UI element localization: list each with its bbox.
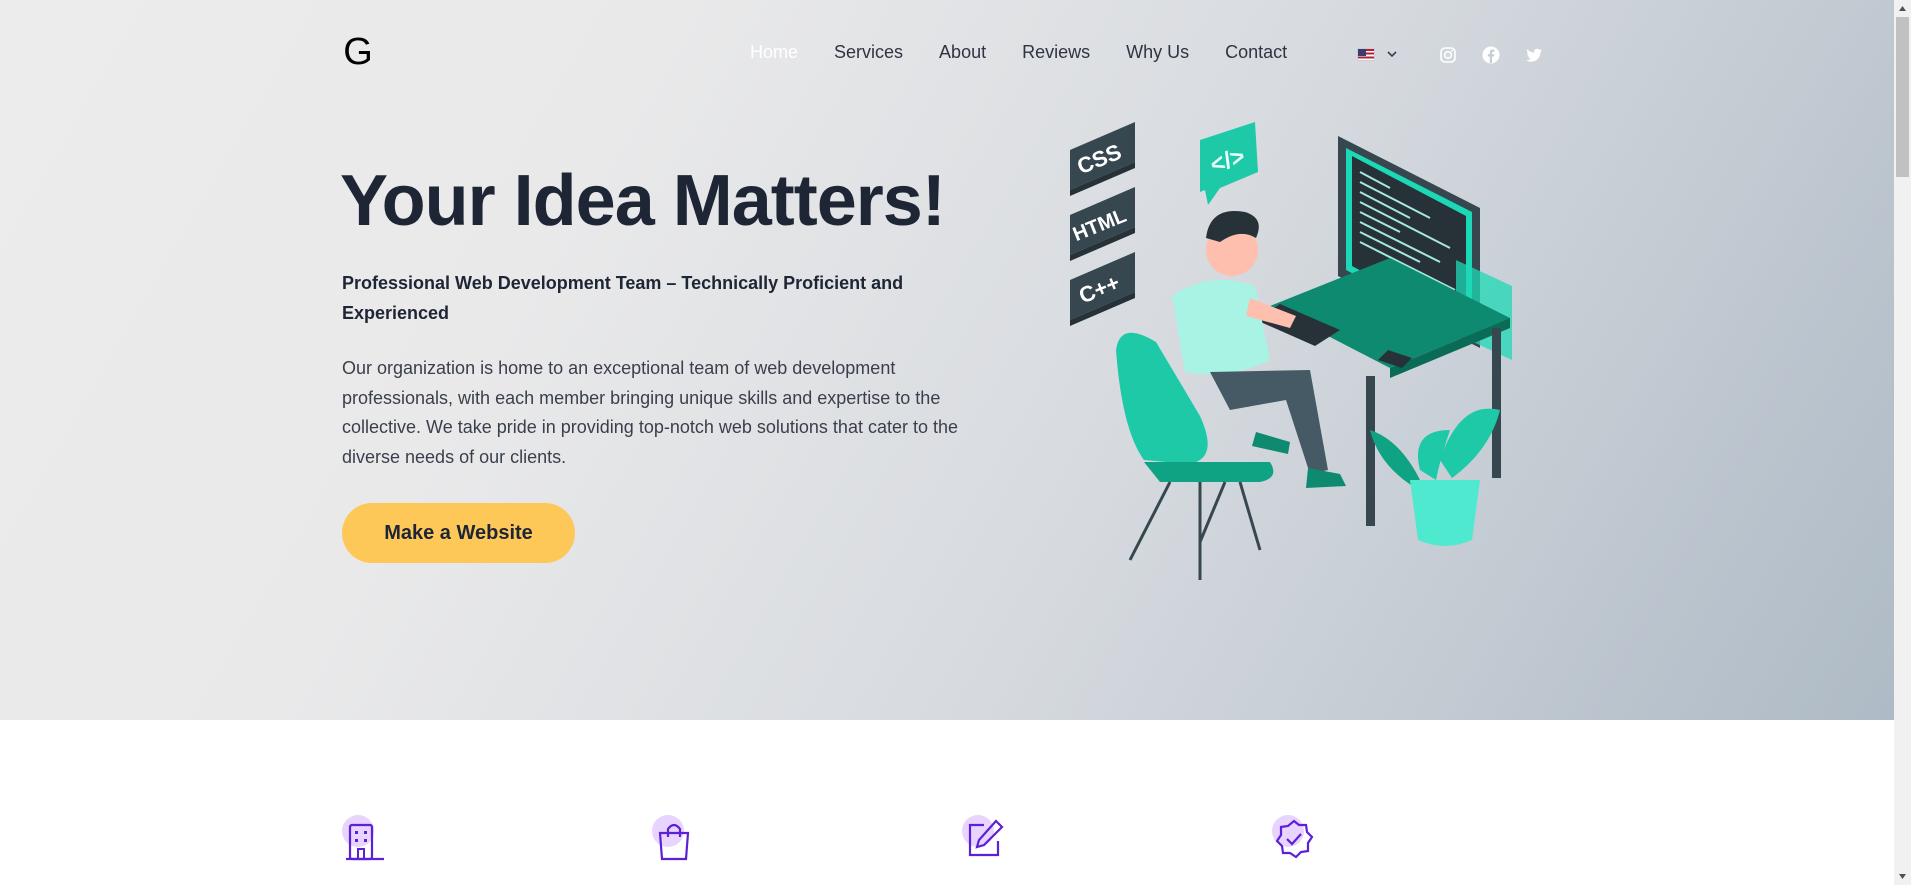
nav-item-contact[interactable]: Contact [1225, 42, 1287, 63]
hero-description: Our organization is home to an exception… [342, 358, 959, 467]
site-header: G Home Services About Reviews Why Us Con… [0, 0, 1894, 110]
hero-subtitle: Professional Web Development Team – Tech… [342, 273, 904, 323]
html-tile-icon: HTML [1070, 187, 1135, 261]
nav-item-reviews[interactable]: Reviews [1022, 42, 1090, 63]
nav-item-home[interactable]: Home [750, 42, 798, 63]
features-section [0, 815, 1894, 885]
cpp-tile-icon: C++ [1070, 252, 1135, 326]
main-nav: Home Services About Reviews Why Us Conta… [750, 42, 1323, 63]
instagram-icon[interactable] [1438, 45, 1458, 65]
nav-item-why-us[interactable]: Why Us [1126, 42, 1189, 63]
shopping-bag-icon [652, 815, 690, 861]
nav-item-services[interactable]: Services [834, 42, 903, 63]
chevron-down-icon [1387, 51, 1397, 58]
plant-illustration [1370, 408, 1500, 546]
make-website-button[interactable]: Make a Website [342, 503, 575, 563]
css-tile-icon: CSS [1070, 122, 1135, 196]
twitter-icon[interactable] [1524, 45, 1544, 65]
page-scrollbar[interactable] [1894, 0, 1911, 885]
hero-section: G Home Services About Reviews Why Us Con… [0, 0, 1894, 720]
page: G Home Services About Reviews Why Us Con… [0, 0, 1894, 885]
badge-check-icon [1272, 815, 1314, 859]
language-selector[interactable] [1357, 47, 1399, 61]
developer-illustration: CSS HTML C++ </> [1070, 122, 1512, 580]
scroll-up-arrow-icon[interactable] [1894, 0, 1911, 17]
social-links [1438, 45, 1567, 65]
scrollbar-thumb[interactable] [1896, 17, 1909, 177]
logo-g-icon[interactable]: G [340, 34, 376, 70]
nav-item-about[interactable]: About [939, 42, 986, 63]
svg-text:G: G [343, 34, 373, 70]
us-flag-icon [1357, 47, 1375, 61]
scroll-down-arrow-icon[interactable] [1894, 868, 1911, 885]
building-icon [342, 815, 384, 861]
facebook-icon[interactable] [1481, 45, 1501, 65]
edit-icon [962, 815, 1004, 857]
code-bubble-icon: </> [1200, 122, 1258, 205]
hero-title: Your Idea Matters! [340, 161, 946, 241]
